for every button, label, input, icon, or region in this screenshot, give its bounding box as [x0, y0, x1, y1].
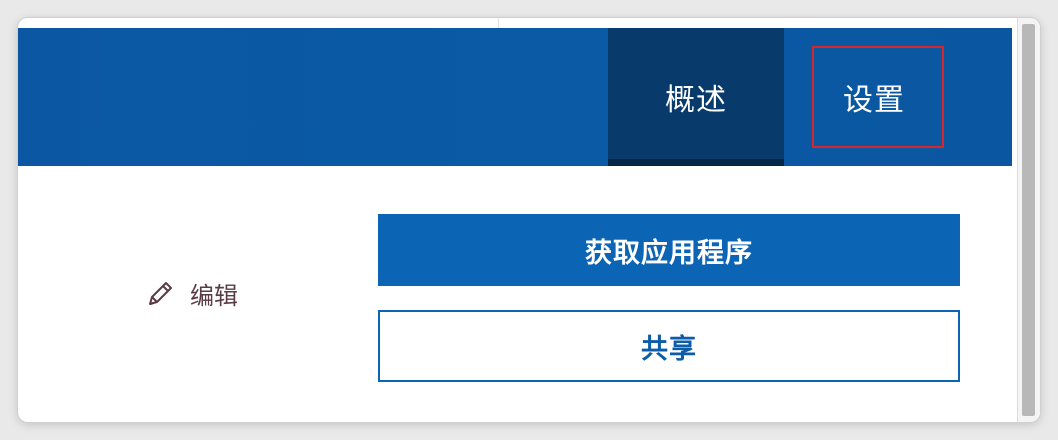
share-button[interactable]: 共享 [378, 310, 960, 382]
edit-label: 编辑 [190, 282, 238, 310]
header-bar: 概述 设置 [18, 28, 1012, 166]
top-divider [498, 18, 499, 28]
get-app-button[interactable]: 获取应用程序 [378, 214, 960, 286]
pencil-icon [144, 278, 176, 310]
top-strip [18, 18, 1012, 28]
edit-link[interactable]: 编辑 [144, 276, 238, 311]
tab-selected-indicator [608, 159, 784, 166]
tab-settings-label: 设置 [843, 83, 905, 118]
tab-overview[interactable]: 概述 [608, 28, 784, 166]
tab-settings[interactable]: 设置 [794, 28, 954, 166]
scrollbar-thumb[interactable] [1022, 24, 1035, 416]
tab-overview-label: 概述 [665, 83, 727, 118]
vertical-scrollbar[interactable] [1017, 18, 1040, 422]
app-window: 概述 设置 编辑 获取应用程序 共享 [18, 18, 1040, 422]
